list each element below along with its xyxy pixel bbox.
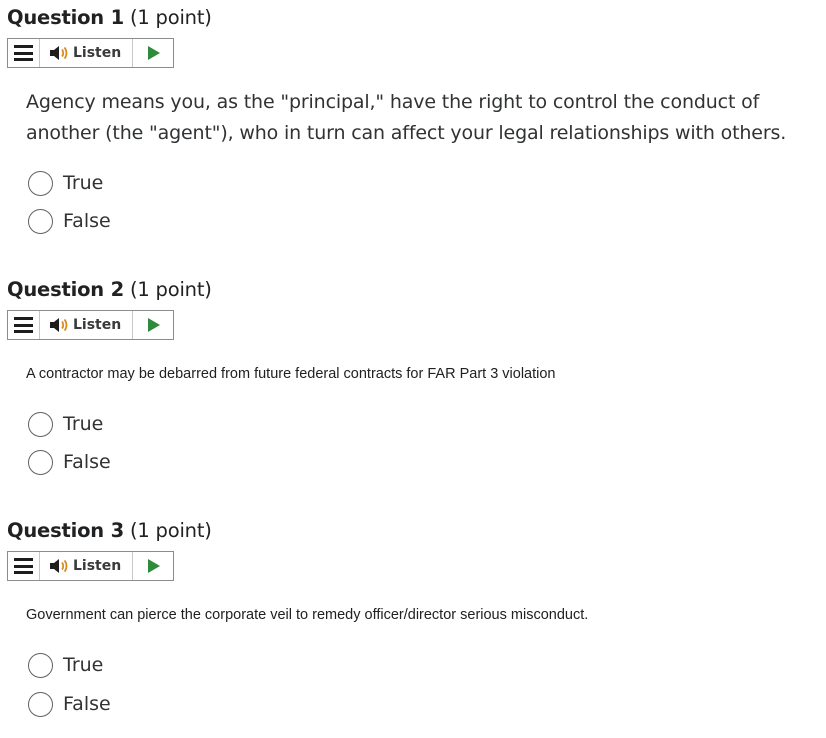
option-label: True [63,654,104,676]
radio-button[interactable] [28,411,53,437]
listen-button[interactable]: Listen [40,311,133,339]
question-title: Question 2 (1 point) [7,278,212,302]
question-text: Agency means you, as the "principal," ha… [26,91,787,144]
play-button[interactable] [133,311,173,339]
hamburger-menu-icon [14,558,33,574]
listen-toolbar: Listen [7,551,174,581]
speaker-icon [50,46,68,60]
play-icon [148,559,160,573]
listen-button[interactable]: Listen [40,552,133,580]
option-true[interactable]: True [28,409,103,439]
question-number: Question 1 [7,6,124,29]
radio-button[interactable] [28,652,53,678]
listen-label: Listen [73,45,122,61]
play-icon [148,46,160,60]
listen-toolbar: Listen [7,310,174,340]
radio-button[interactable] [28,449,53,475]
option-false[interactable]: False [28,206,111,236]
listen-label: Listen [73,558,122,574]
question-2: Question 2 (1 point) Listen A contractor… [0,278,826,480]
listen-label: Listen [73,317,122,333]
question-points: (1 point) [129,278,212,301]
play-icon [148,318,160,332]
question-points: (1 point) [129,519,212,542]
speaker-icon [50,318,68,332]
question-text: Government can pierce the corporate veil… [26,607,589,623]
question-points: (1 point) [129,6,212,29]
question-number: Question 3 [7,519,124,542]
option-label: False [63,451,111,473]
option-true[interactable]: True [28,168,103,198]
radio-button[interactable] [28,170,53,196]
play-button[interactable] [133,552,173,580]
listen-button[interactable]: Listen [40,39,133,67]
radio-button[interactable] [28,691,53,717]
question-1: Question 1 (1 point) Listen Agency means… [0,6,826,238]
hamburger-menu-icon [14,45,33,61]
listen-menu-button[interactable] [8,552,40,580]
radio-button[interactable] [28,208,53,234]
option-false[interactable]: False [28,447,111,477]
speaker-icon [50,559,68,573]
question-title: Question 1 (1 point) [7,6,212,30]
option-label: False [63,693,111,715]
play-button[interactable] [133,39,173,67]
question-text: A contractor may be debarred from future… [26,366,556,382]
option-label: True [63,413,104,435]
option-true[interactable]: True [28,650,103,680]
hamburger-menu-icon [14,317,33,333]
option-label: True [63,172,104,194]
option-label: False [63,210,111,232]
listen-toolbar: Listen [7,38,174,68]
question-number: Question 2 [7,278,124,301]
question-title: Question 3 (1 point) [7,519,212,543]
question-3: Question 3 (1 point) Listen Government c… [0,519,826,724]
listen-menu-button[interactable] [8,39,40,67]
listen-menu-button[interactable] [8,311,40,339]
option-false[interactable]: False [28,689,111,719]
